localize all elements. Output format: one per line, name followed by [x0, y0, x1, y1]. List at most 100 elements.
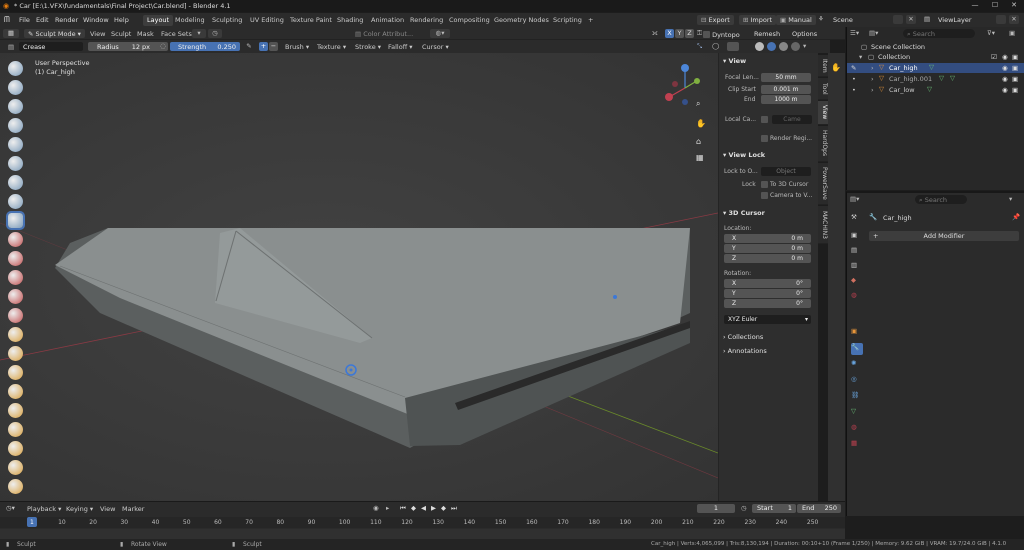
- pin-icon[interactable]: 📌: [1012, 213, 1020, 221]
- tool-clay-thumb-icon[interactable]: [8, 137, 23, 152]
- tool-elastic-icon[interactable]: [8, 365, 23, 380]
- timeline-view-menu[interactable]: View: [100, 505, 115, 513]
- export-button[interactable]: ⊟ Export: [697, 15, 734, 25]
- tab-item[interactable]: Item: [818, 55, 828, 77]
- tool-smooth-icon[interactable]: [8, 232, 23, 247]
- record-icon[interactable]: ◉: [373, 504, 379, 512]
- new-collection-icon[interactable]: ▣: [1009, 29, 1015, 37]
- viewlayer-delete-icon[interactable]: ✕: [1009, 15, 1019, 24]
- face-sets-toggle-icon[interactable]: ▾: [192, 29, 206, 38]
- tab-tool[interactable]: Tool: [818, 78, 828, 100]
- import-button[interactable]: ⊞ Import: [739, 15, 777, 25]
- tool-nudge-icon[interactable]: [8, 441, 23, 456]
- end-frame-field[interactable]: End 250: [797, 504, 841, 513]
- outliner-search-input[interactable]: ⌕ Search: [903, 29, 975, 38]
- outliner-row-car-high[interactable]: ✎ › ▽ Car_high ▽ ◉ ▣: [847, 63, 1024, 73]
- auto-keying-icon[interactable]: ▸: [386, 504, 389, 512]
- shading-wireframe-icon[interactable]: [755, 42, 764, 51]
- tab-rendering[interactable]: Rendering: [406, 15, 447, 26]
- world-properties-icon[interactable]: ◍: [851, 291, 863, 303]
- expand-chevron-icon[interactable]: ›: [871, 86, 874, 94]
- modifier-properties-icon[interactable]: 🔧: [851, 343, 863, 355]
- scene-delete-icon[interactable]: ✕: [906, 15, 916, 24]
- camera-icon[interactable]: ▣: [1012, 75, 1018, 83]
- editor-type-icon[interactable]: ▦: [3, 29, 19, 38]
- prev-keyframe-icon[interactable]: ◆: [411, 504, 416, 512]
- view-lock-section-header[interactable]: ▾ View Lock: [723, 151, 765, 159]
- maximize-icon[interactable]: ☐: [988, 1, 1002, 11]
- outliner-row-car-high-001[interactable]: • › ▽ Car_high.001 ▽ ▽ ◉ ▣: [847, 74, 1024, 84]
- gizmo-toggle-icon[interactable]: ⤡: [697, 42, 707, 51]
- lock-to-object-field[interactable]: Object: [761, 167, 811, 176]
- particle-properties-icon[interactable]: ✺: [851, 359, 863, 371]
- mirror-x-toggle[interactable]: X: [665, 29, 674, 38]
- color-settings-icon[interactable]: ◍▾: [430, 29, 450, 38]
- texture-dropdown[interactable]: Texture ▾: [317, 43, 346, 51]
- tool-inflate-icon[interactable]: [8, 175, 23, 190]
- tab-texture-paint[interactable]: Texture Paint: [286, 15, 336, 26]
- tool-multiplane-scrape-icon[interactable]: [8, 308, 23, 323]
- direction-subtract-button[interactable]: −: [269, 42, 278, 51]
- checkbox-icon[interactable]: ☑: [991, 53, 997, 61]
- clip-end-field[interactable]: 1000 m: [761, 95, 811, 104]
- marker-menu[interactable]: Marker: [122, 505, 144, 513]
- clock-icon[interactable]: ◷: [741, 504, 747, 512]
- grid-view-icon[interactable]: ▦: [696, 153, 704, 162]
- dyntopo-toggle[interactable]: Dyntopo: [703, 30, 740, 39]
- data-properties-icon[interactable]: ▽: [851, 407, 863, 419]
- tool-clay-strips-icon[interactable]: [8, 118, 23, 133]
- eye-icon[interactable]: ◉: [1002, 75, 1008, 83]
- tool-snake-hook-icon[interactable]: [8, 384, 23, 399]
- jump-end-icon[interactable]: ⏭: [451, 504, 457, 513]
- expand-chevron-icon[interactable]: ▾: [859, 53, 862, 61]
- tab-shading[interactable]: Shading: [333, 15, 367, 26]
- camera-view-icon[interactable]: ⌂: [696, 137, 701, 146]
- tool-thumb-icon[interactable]: [8, 403, 23, 418]
- tab-animation[interactable]: Animation: [367, 15, 408, 26]
- timeline-editor-icon[interactable]: ◷▾: [6, 504, 15, 512]
- brush-name-field[interactable]: Crease: [19, 42, 83, 51]
- options-dropdown[interactable]: Options: [792, 30, 817, 38]
- tool-blob-icon[interactable]: [8, 194, 23, 209]
- shading-rendered-icon[interactable]: [791, 42, 800, 51]
- clip-start-field[interactable]: 0.001 m: [761, 85, 811, 94]
- texture-properties-icon[interactable]: ▦: [851, 439, 863, 451]
- tab-view[interactable]: View: [818, 101, 828, 125]
- pressure-icon[interactable]: ✎: [244, 42, 254, 51]
- tool-flatten-icon[interactable]: [8, 251, 23, 266]
- location-x-field[interactable]: X 0 m: [724, 234, 811, 243]
- tool-grab-icon[interactable]: [8, 346, 23, 361]
- filter-funnel-icon[interactable]: ⊽▾: [987, 29, 995, 37]
- pan-hand-icon[interactable]: ✋: [696, 119, 706, 128]
- tool-slide-relax-icon[interactable]: [8, 479, 23, 494]
- tool-pose-icon[interactable]: [8, 422, 23, 437]
- brush-dropdown[interactable]: Brush ▾: [285, 43, 309, 51]
- properties-search-input[interactable]: ⌕ Search: [915, 195, 967, 204]
- camera-icon[interactable]: ▣: [1012, 64, 1018, 72]
- local-camera-checkbox[interactable]: [761, 116, 768, 123]
- rotation-y-field[interactable]: Y 0°: [724, 289, 811, 298]
- next-keyframe-icon[interactable]: ◆: [441, 504, 446, 512]
- manual-button[interactable]: ▣ Manual: [776, 15, 816, 25]
- stroke-dropdown[interactable]: Stroke ▾: [355, 43, 381, 51]
- scene-new-icon[interactable]: [893, 15, 903, 24]
- shading-material-icon[interactable]: [779, 42, 788, 51]
- edit-mode-icon[interactable]: ✎: [851, 64, 856, 72]
- outliner-filter-icon[interactable]: ▤▾: [869, 29, 878, 37]
- expand-chevron-icon[interactable]: ›: [871, 64, 874, 72]
- camera-icon[interactable]: ▣: [1012, 86, 1018, 94]
- keying-menu[interactable]: Keying ▾: [66, 505, 93, 513]
- eye-icon[interactable]: ◉: [1002, 86, 1008, 94]
- tool-pinch-icon[interactable]: [8, 327, 23, 342]
- viewlayer-name[interactable]: ViewLayer: [938, 16, 972, 24]
- shading-solid-icon[interactable]: [767, 42, 776, 51]
- menu-edit[interactable]: Edit: [36, 16, 49, 24]
- eye-icon[interactable]: ◉: [1002, 64, 1008, 72]
- viewlayer-new-icon[interactable]: [996, 15, 1006, 24]
- mode-dropdown[interactable]: ✎ Sculpt Mode ▾: [24, 29, 85, 38]
- menu-window[interactable]: Window: [83, 16, 109, 24]
- menu-face-sets[interactable]: Face Sets: [161, 30, 192, 38]
- material-properties-icon[interactable]: ◍: [851, 423, 863, 435]
- playback-menu[interactable]: Playback ▾: [27, 505, 61, 513]
- mirror-y-toggle[interactable]: Y: [675, 29, 684, 38]
